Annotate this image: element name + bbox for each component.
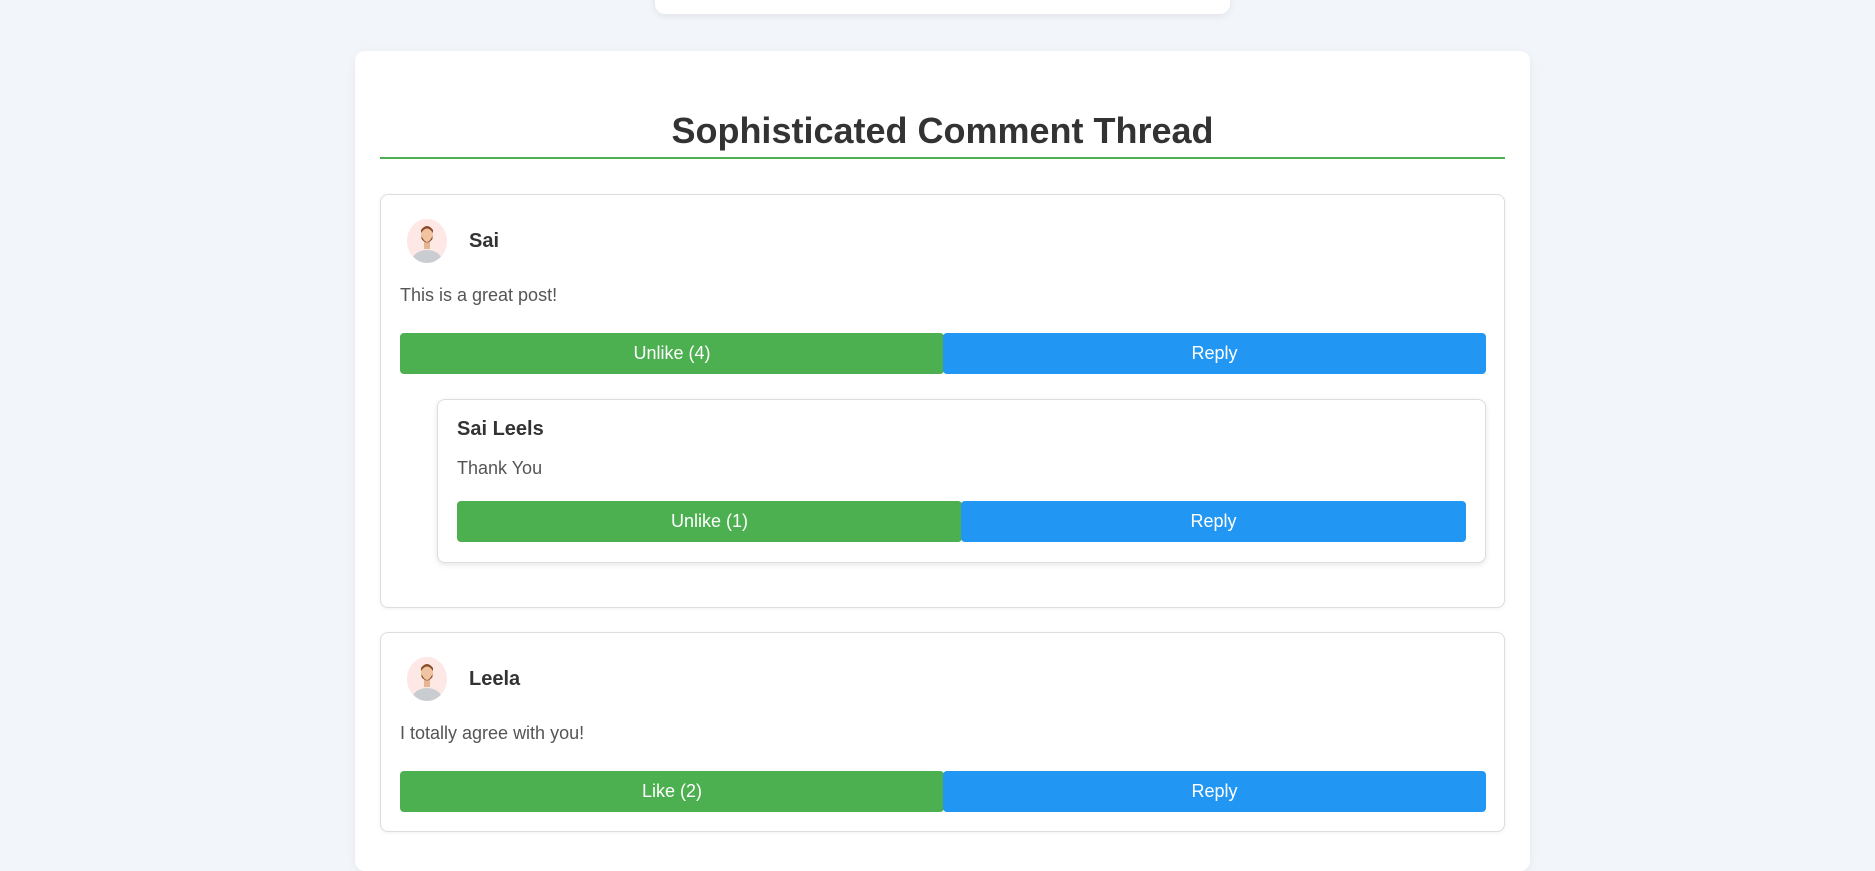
reply-button[interactable]: Reply	[943, 333, 1486, 374]
comment-text: This is a great post!	[400, 285, 558, 305]
reply-reply-button[interactable]: Reply	[961, 501, 1466, 542]
reply-unlike-button[interactable]: Unlike (1)	[457, 501, 962, 542]
comment-card: Sai This is a great post! Unlike (4) Rep…	[380, 194, 1505, 608]
like-button[interactable]: Like (2)	[400, 771, 944, 812]
reply-card: Sai Leels Thank You Unlike (1) Reply	[437, 399, 1486, 563]
comment-author: Sai	[469, 230, 500, 252]
reply-button[interactable]: Reply	[943, 771, 1486, 812]
reply-author: Sai Leels	[457, 418, 544, 440]
user-avatar-icon	[407, 657, 447, 701]
comment-thread-container: Sophisticated Comment Thread Sai This is…	[355, 51, 1530, 871]
title-divider	[380, 157, 1505, 159]
unlike-button[interactable]: Unlike (4)	[400, 333, 944, 374]
reply-text: Thank You	[457, 458, 543, 478]
previous-card	[655, 0, 1230, 14]
comment-card: Leela I totally agree with you! Like (2)…	[380, 632, 1505, 832]
comment-text: I totally agree with you!	[400, 723, 585, 743]
page-title: Sophisticated Comment Thread	[671, 110, 1214, 151]
user-avatar-icon	[407, 219, 447, 263]
comment-author: Leela	[469, 668, 521, 690]
